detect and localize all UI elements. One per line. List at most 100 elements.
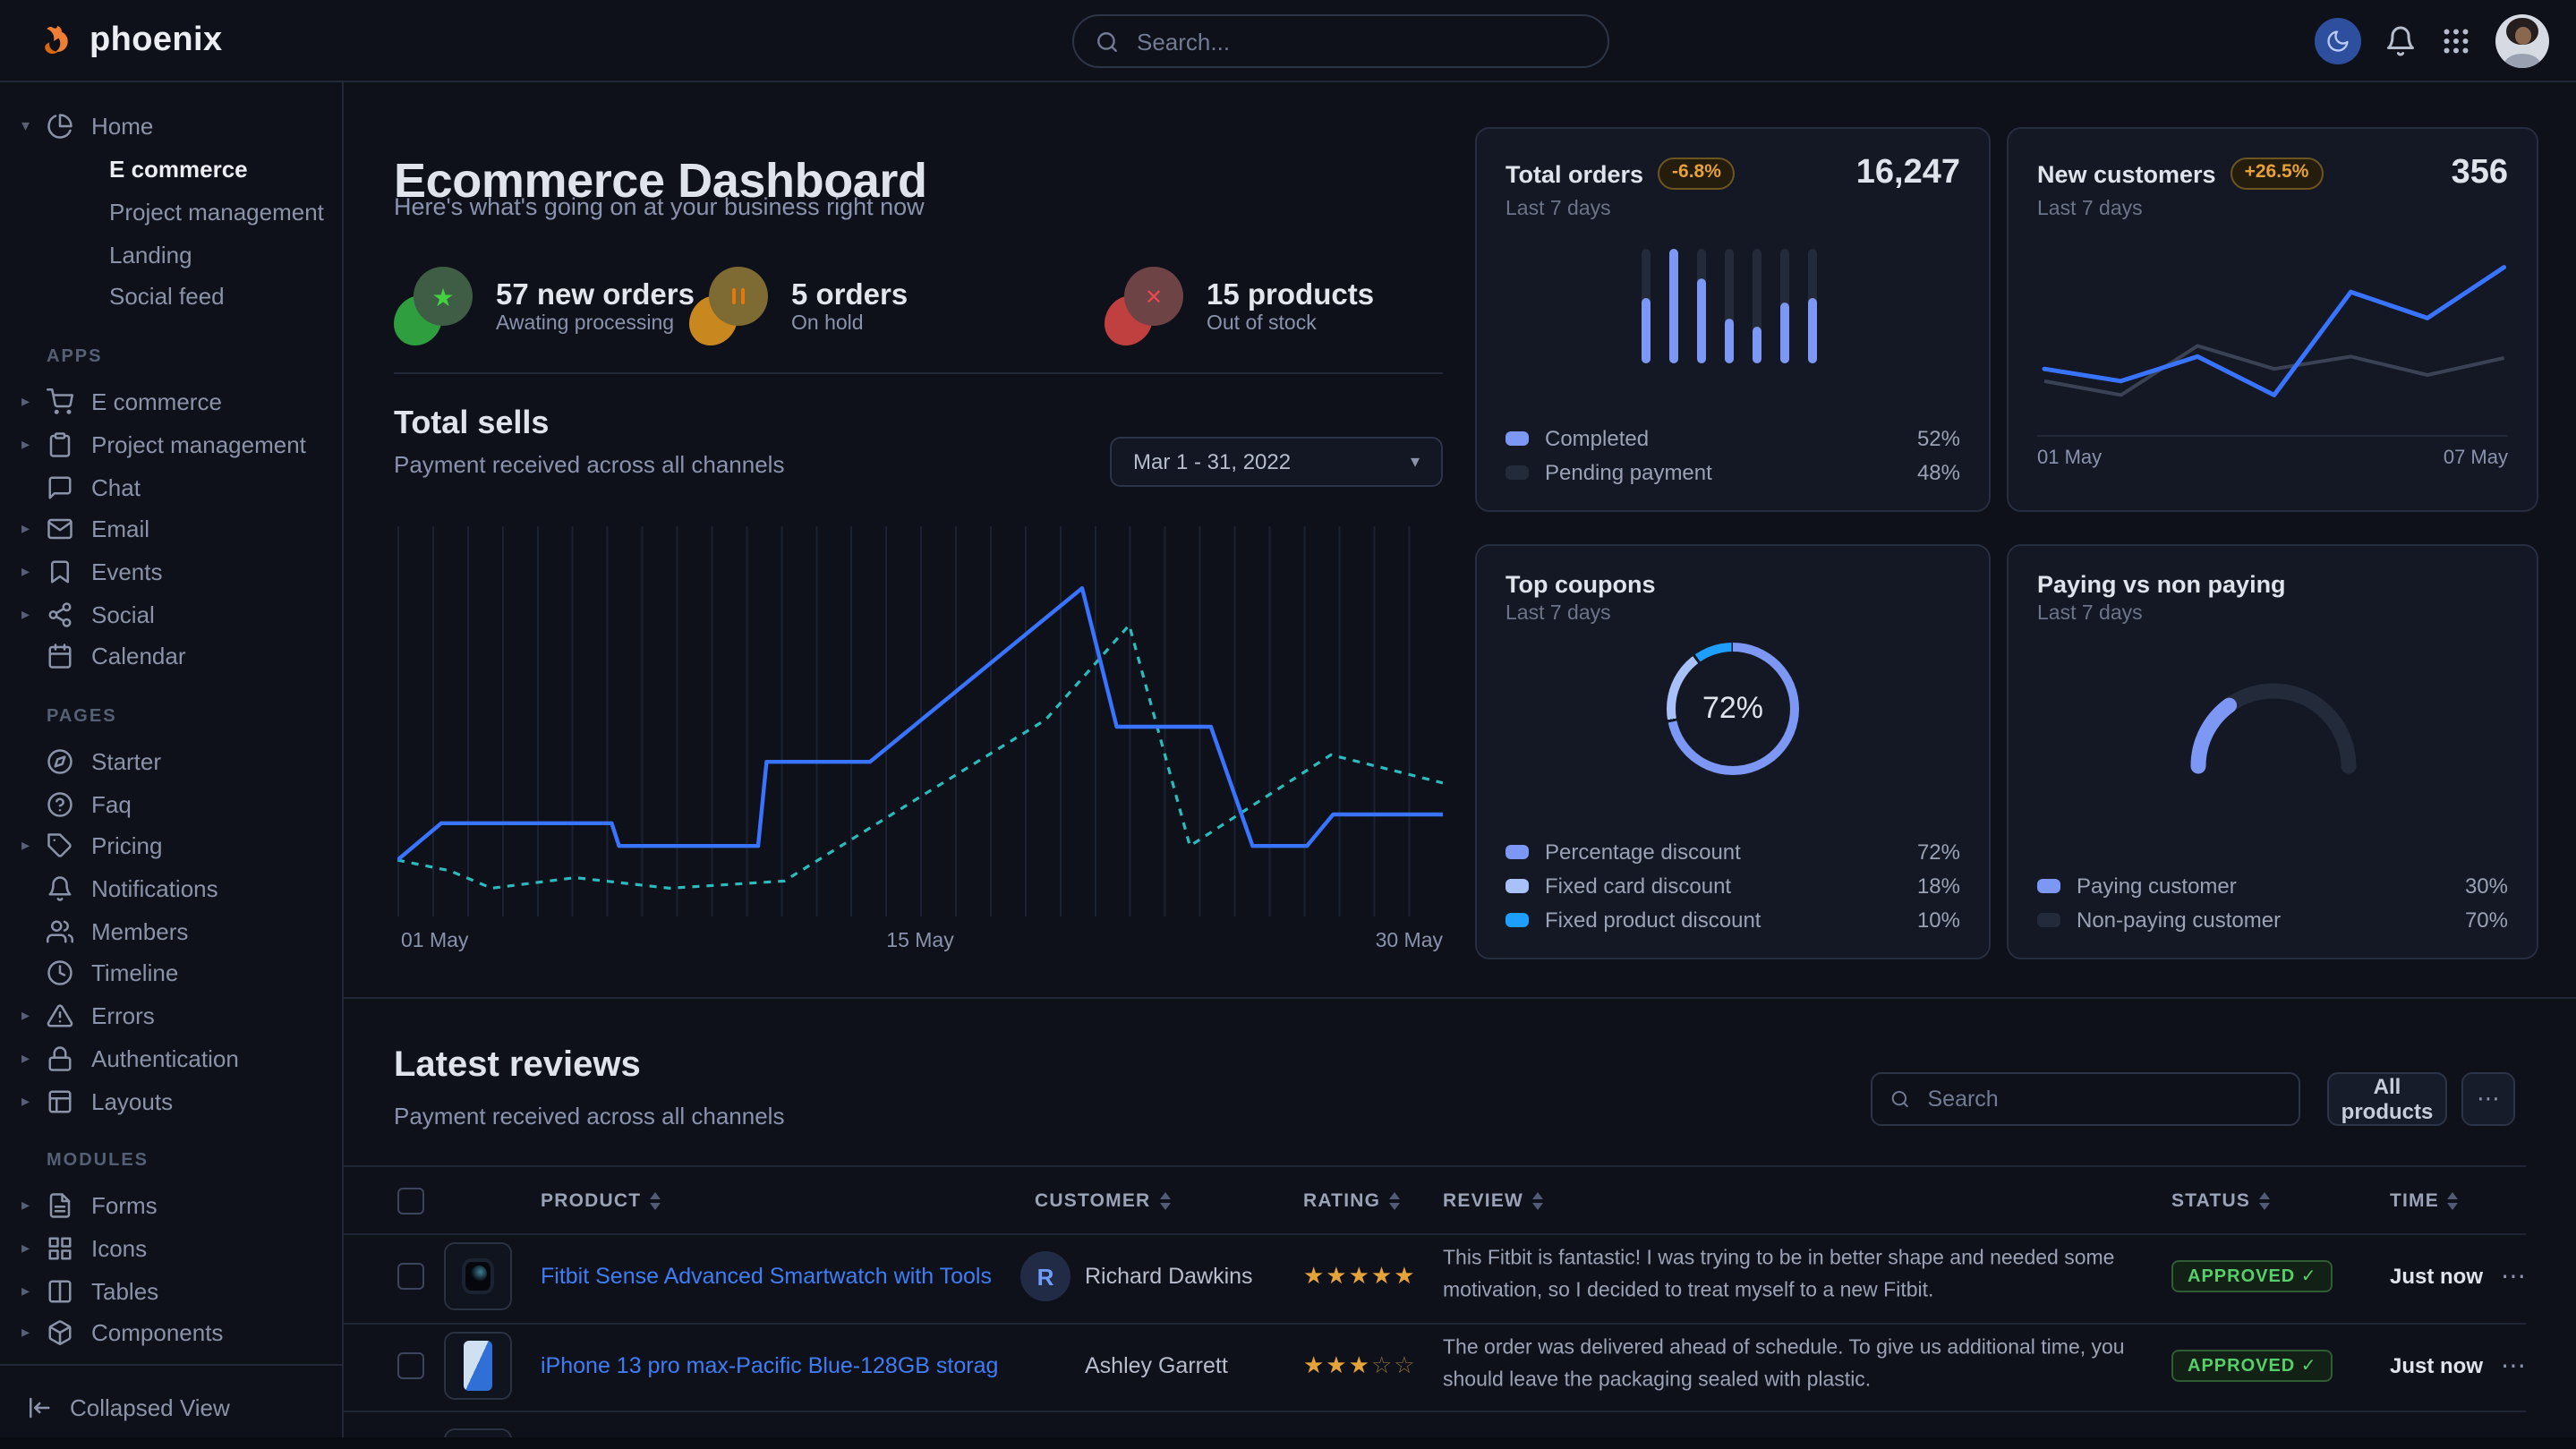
reviews-table-header: PRODUCT CUSTOMER RATING REVIEW STATUS TI… [344, 1165, 2526, 1235]
reviews-search-input[interactable] [1924, 1085, 2282, 1113]
sidebar-item-events[interactable]: ▸ Events [0, 550, 342, 592]
sidebar-item-timeline[interactable]: Timeline [0, 952, 342, 994]
column-product[interactable]: PRODUCT [541, 1189, 661, 1211]
sidebar-item-components[interactable]: ▸ Components [0, 1312, 342, 1354]
row-menu-button[interactable]: ⋯ [2501, 1351, 2526, 1381]
columns-icon [47, 1277, 73, 1304]
current-period-line [397, 588, 1443, 860]
column-time[interactable]: TIME [2390, 1189, 2459, 1211]
column-customer[interactable]: CUSTOMER [1035, 1189, 1170, 1211]
avatar-face [2514, 27, 2530, 44]
chevron-down-icon: ▾ [1411, 452, 1420, 472]
all-products-button[interactable]: All products [2327, 1072, 2447, 1126]
profile-avatar[interactable] [2495, 14, 2549, 68]
sidebar-item-forms[interactable]: ▸ Forms [0, 1185, 342, 1227]
sidebar-item-apps-ecommerce[interactable]: ▸ E commerce [0, 381, 342, 423]
product-link[interactable]: Fitbit Sense Advanced Smartwatch with To… [541, 1265, 997, 1290]
product-link[interactable]: iPhone 13 pro max-Pacific Blue-128GB sto… [541, 1353, 997, 1378]
legend-percentage-discount: Percentage discount 72% [1506, 840, 1960, 865]
sidebar-section-apps: APPS [0, 342, 342, 374]
sidebar-item-starter[interactable]: Starter [0, 740, 342, 782]
chevron-down-icon: ▾ [21, 117, 43, 137]
chevron-right-icon: ▸ [21, 1091, 43, 1111]
legend-fixed-card-discount: Fixed card discount 18% [1506, 874, 1960, 899]
top-coupons-card: Top coupons Last 7 days 72% Percentage d… [1475, 544, 1991, 959]
lock-icon [47, 1045, 73, 1072]
cart-icon [47, 388, 73, 415]
current-line [2044, 268, 2504, 396]
stat-out-of-stock: ✕ 15 products Out of stock [1105, 267, 1374, 345]
customer-avatar[interactable] [1020, 1341, 1070, 1391]
card-title: Total orders [1506, 160, 1643, 187]
column-review[interactable]: REVIEW [1443, 1189, 1543, 1211]
sidebar-item-social[interactable]: ▸ Social [0, 593, 342, 635]
card-title: Paying vs non paying [2037, 571, 2286, 598]
sidebar-item-calendar[interactable]: Calendar [0, 635, 342, 678]
sort-icon [2448, 1191, 2459, 1209]
date-range-select[interactable]: Mar 1 - 31, 2022 ▾ [1110, 437, 1443, 487]
brand-logo[interactable]: phoenix [0, 21, 223, 60]
sidebar-item-home-project-management[interactable]: Project management [0, 191, 342, 234]
stat-orders-on-hold: 5 orders On hold [689, 267, 908, 345]
reviews-more-button[interactable]: ⋯ [2461, 1072, 2515, 1126]
global-search[interactable] [1072, 14, 1609, 68]
sidebar-item-home[interactable]: ▾ Home [0, 106, 342, 148]
legend-fixed-product-discount: Fixed product discount 10% [1506, 908, 1960, 933]
sidebar-item-apps-project-management[interactable]: ▸ Project management [0, 423, 342, 465]
column-rating[interactable]: RATING [1303, 1189, 1400, 1211]
trend-badge: +26.5% [2231, 157, 2324, 190]
chevron-right-icon: ▸ [21, 1049, 43, 1069]
column-status[interactable]: STATUS [2171, 1189, 2270, 1211]
clock-icon [47, 960, 73, 987]
sidebar-item-faq[interactable]: Faq [0, 783, 342, 825]
sidebar-item-email[interactable]: ▸ Email [0, 508, 342, 550]
row-checkbox[interactable] [397, 1352, 424, 1379]
global-search-input[interactable] [1133, 26, 1586, 56]
notifications-button[interactable] [2384, 25, 2417, 57]
pie-chart-icon [47, 114, 73, 141]
sidebar-item-icons[interactable]: ▸ Icons [0, 1227, 342, 1269]
sidebar-item-home-social-feed[interactable]: Social feed [0, 276, 342, 319]
chevron-right-icon: ▸ [21, 604, 43, 624]
ecommerce-dashboard-app: phoenix ▾ Home [0, 0, 2576, 1449]
sidebar-item-notifications[interactable]: Notifications [0, 868, 342, 910]
table-row: Fitbit Sense Advanced Smartwatch with To… [344, 1232, 2526, 1324]
sidebar-item-home-landing[interactable]: Landing [0, 234, 342, 277]
file-text-icon [47, 1192, 73, 1219]
apps-menu-button[interactable] [2440, 25, 2472, 57]
total-sells-chart [397, 526, 1443, 916]
product-thumbnail-iphone[interactable] [444, 1332, 512, 1400]
sidebar-item-home-ecommerce[interactable]: E commerce [0, 148, 342, 191]
sidebar-item-layouts[interactable]: ▸ Layouts [0, 1079, 342, 1121]
chevron-right-icon: ▸ [21, 1239, 43, 1258]
brand-name: phoenix [90, 21, 223, 60]
customer-avatar[interactable]: R [1020, 1252, 1070, 1302]
row-menu-button[interactable]: ⋯ [2501, 1262, 2526, 1292]
sidebar-item-tables[interactable]: ▸ Tables [0, 1270, 342, 1312]
donut-center-value: 72% [1667, 643, 1799, 775]
table-row: iPhone 13 pro max-Pacific Blue-128GB sto… [344, 1322, 2526, 1411]
pause-icon [732, 288, 746, 304]
rating-stars: ★★★☆☆ [1303, 1351, 1417, 1380]
out-of-stock-icon: ✕ [1105, 267, 1183, 345]
status-badge: APPROVED ✓ [2171, 1350, 2333, 1382]
sidebar-item-pricing[interactable]: ▸ Pricing [0, 825, 342, 867]
sidebar-item-chat[interactable]: Chat [0, 466, 342, 508]
sidebar-item-errors[interactable]: ▸ Errors [0, 995, 342, 1037]
grid-icon [47, 1235, 73, 1262]
paying-vs-nonpaying-card: Paying vs non paying Last 7 days Paying … [2007, 544, 2538, 959]
product-thumbnail-fitbit[interactable] [444, 1243, 512, 1311]
sidebar-item-authentication[interactable]: ▸ Authentication [0, 1037, 342, 1079]
reviews-search[interactable] [1871, 1072, 2300, 1126]
status-badge: APPROVED ✓ [2171, 1261, 2333, 1293]
calendar-icon [47, 644, 73, 670]
sort-icon [650, 1191, 661, 1209]
row-checkbox[interactable] [397, 1264, 424, 1291]
card-period: Last 7 days [2037, 603, 2508, 625]
legend-pending: Pending payment 48% [1506, 460, 1960, 485]
select-all-checkbox[interactable] [397, 1187, 424, 1214]
page-subtitle: Here's what's going on at your business … [394, 193, 925, 220]
theme-toggle-button[interactable] [2315, 18, 2361, 64]
tag-icon [47, 833, 73, 860]
sidebar-item-members[interactable]: Members [0, 910, 342, 952]
